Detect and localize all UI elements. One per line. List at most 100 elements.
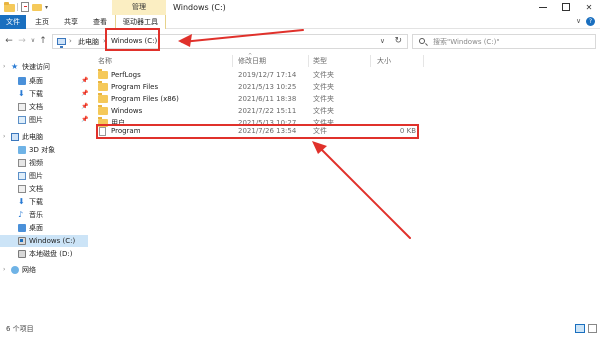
- title-bar: ▾ 管理 Windows (C:) ✕: [0, 0, 600, 15]
- minimize-icon: [539, 7, 547, 8]
- pin-icon: 📌: [81, 116, 89, 123]
- sidebar-item-label: 音乐: [29, 211, 43, 219]
- properties-icon[interactable]: [21, 2, 29, 12]
- sidebar-item-videos[interactable]: 视频: [0, 157, 88, 169]
- sidebar-item-quick-access[interactable]: › ★ 快速访问: [0, 61, 88, 73]
- download-icon: ⬇: [18, 197, 25, 206]
- file-name: Program Files: [111, 83, 159, 91]
- column-divider[interactable]: [370, 55, 371, 67]
- sidebar-item-documents-pc[interactable]: 文档: [0, 183, 88, 195]
- drive-icon: [18, 237, 26, 245]
- desktop-icon: [18, 77, 26, 85]
- column-divider[interactable]: [232, 55, 233, 67]
- file-date: 2021/6/11 18:38: [238, 95, 297, 103]
- drive-icon: [18, 250, 26, 258]
- computer-icon: [11, 133, 19, 141]
- music-icon: ♪: [18, 210, 24, 219]
- expand-ribbon-icon[interactable]: ∨: [576, 17, 581, 25]
- sidebar-item-label: 本地磁盘 (D:): [29, 250, 73, 258]
- chevron-right-icon[interactable]: ›: [3, 131, 5, 143]
- close-button[interactable]: ✕: [578, 0, 600, 15]
- column-divider[interactable]: [423, 55, 424, 67]
- picture-icon: [18, 172, 26, 180]
- address-dropdown-icon[interactable]: ∨: [380, 37, 385, 45]
- sidebar-item-label: 此电脑: [22, 133, 43, 141]
- cube-icon: [18, 146, 26, 154]
- sidebar-item-label: 文档: [29, 185, 43, 193]
- window-title: Windows (C:): [173, 3, 226, 12]
- sidebar-item-downloads-pc[interactable]: ⬇ 下载: [0, 196, 88, 208]
- ribbon-controls: ∨ ?: [576, 17, 596, 27]
- breadcrumb-separator[interactable]: ›: [69, 37, 72, 45]
- minimize-button[interactable]: [532, 0, 554, 15]
- navigation-bar: ← → ∨ ↑ › 此电脑 › Windows (C:) ∨ ↻ 搜索"Wind…: [0, 29, 600, 53]
- maximize-button[interactable]: [555, 0, 577, 15]
- column-header-date[interactable]: 修改日期: [238, 56, 266, 66]
- file-date: 2021/5/13 10:25: [238, 83, 297, 91]
- sidebar-item-documents[interactable]: 文档 📌: [0, 101, 88, 113]
- tab-home[interactable]: 主页: [30, 15, 54, 29]
- list-item[interactable]: Windows 2021/7/22 15:11 文件夹: [90, 105, 600, 117]
- folder-icon: [98, 81, 108, 91]
- tab-view[interactable]: 查看: [88, 15, 112, 29]
- address-highlight-box: [105, 28, 160, 51]
- sidebar-item-pictures[interactable]: 图片 📌: [0, 114, 88, 126]
- sidebar-item-music[interactable]: ♪ 音乐: [0, 209, 88, 221]
- search-icon: [419, 38, 425, 44]
- file-type: 文件夹: [313, 107, 334, 115]
- sidebar-item-network[interactable]: › 网络: [0, 264, 88, 276]
- details-view-icon[interactable]: [575, 324, 585, 333]
- sidebar-item-desktop[interactable]: 桌面 📌: [0, 75, 88, 87]
- chevron-right-icon[interactable]: ›: [3, 264, 5, 276]
- column-header-name[interactable]: 名称: [98, 56, 112, 66]
- large-icons-view-icon[interactable]: [588, 324, 597, 333]
- tab-manage[interactable]: 管理: [112, 0, 166, 15]
- sidebar-item-local-disk-d[interactable]: 本地磁盘 (D:): [0, 248, 88, 260]
- sidebar-item-3d-objects[interactable]: 3D 对象: [0, 144, 88, 156]
- chevron-down-icon[interactable]: ▾: [45, 4, 48, 11]
- sidebar-item-label: 快速访问: [22, 63, 50, 71]
- sidebar-item-downloads[interactable]: ⬇ 下载 📌: [0, 88, 88, 100]
- list-item[interactable]: Program Files 2021/5/13 10:25 文件夹: [90, 81, 600, 93]
- ribbon-tabs: 文件 主页 共享 查看 驱动器工具 ∨ ?: [0, 15, 600, 29]
- column-header-type[interactable]: 类型: [313, 56, 327, 66]
- folder-icon: [98, 105, 108, 115]
- file-type: 文件夹: [313, 71, 334, 79]
- video-icon: [18, 159, 26, 167]
- tab-share[interactable]: 共享: [59, 15, 83, 29]
- recent-locations-button[interactable]: ∨: [28, 35, 38, 47]
- column-header-size[interactable]: 大小: [377, 56, 391, 66]
- sidebar-item-pictures-pc[interactable]: 图片: [0, 170, 88, 182]
- sidebar-item-label: 下载: [29, 90, 43, 98]
- list-item[interactable]: Program Files (x86) 2021/6/11 18:38 文件夹: [90, 93, 600, 105]
- pin-icon: 📌: [81, 90, 89, 97]
- sidebar-item-this-pc[interactable]: › 此电脑: [0, 131, 88, 143]
- back-button[interactable]: ←: [4, 35, 14, 47]
- sidebar-item-label: 网络: [22, 266, 36, 274]
- chevron-right-icon[interactable]: ›: [3, 61, 5, 73]
- sidebar-item-windows-c[interactable]: Windows (C:): [0, 235, 88, 247]
- forward-button[interactable]: →: [17, 35, 27, 47]
- list-item[interactable]: PerfLogs 2019/12/7 17:14 文件夹: [90, 69, 600, 81]
- search-input[interactable]: 搜索"Windows (C:)": [412, 34, 596, 49]
- sidebar-item-label: 3D 对象: [29, 146, 56, 154]
- refresh-icon[interactable]: ↻: [394, 36, 402, 46]
- new-folder-icon[interactable]: [32, 2, 42, 12]
- tab-drive-tools[interactable]: 驱动器工具: [115, 15, 166, 29]
- folder-icon: [98, 69, 108, 79]
- up-button[interactable]: ↑: [38, 35, 48, 47]
- sidebar-item-label: 图片: [29, 116, 43, 124]
- maximize-icon: [562, 3, 570, 11]
- tab-file[interactable]: 文件: [0, 15, 26, 29]
- file-list: ^ 名称 修改日期 类型 大小 PerfLogs 2019/12/7 17:14…: [90, 53, 600, 320]
- download-icon: ⬇: [18, 89, 25, 98]
- search-placeholder: 搜索"Windows (C:)": [433, 38, 500, 46]
- help-icon[interactable]: ?: [586, 17, 595, 26]
- breadcrumb-this-pc[interactable]: 此电脑: [78, 37, 99, 47]
- column-divider[interactable]: [308, 55, 309, 67]
- desktop-icon: [18, 224, 26, 232]
- picture-icon: [18, 116, 26, 124]
- sidebar-item-label: 文档: [29, 103, 43, 111]
- sidebar-item-desktop-pc[interactable]: 桌面: [0, 222, 88, 234]
- file-date: 2021/7/22 15:11: [238, 107, 297, 115]
